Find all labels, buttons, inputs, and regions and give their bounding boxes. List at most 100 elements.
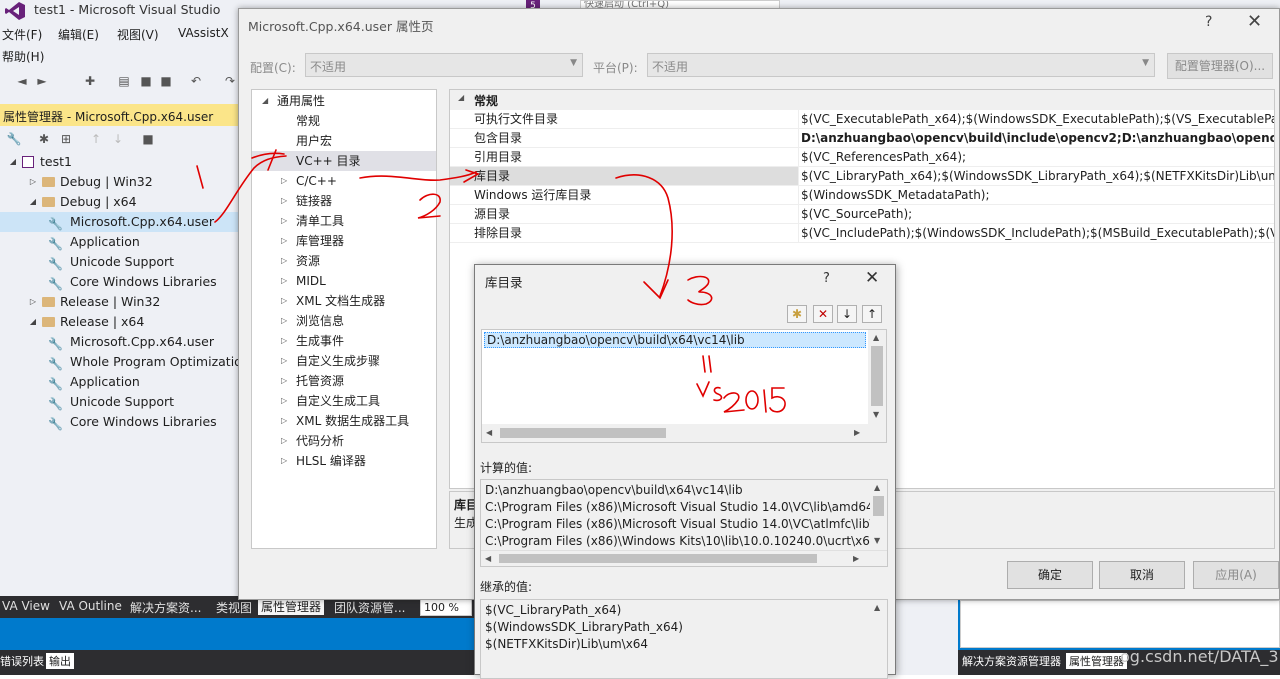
collapse-icon[interactable]: ◢: [262, 91, 268, 111]
menu-view[interactable]: 视图(V): [117, 26, 159, 43]
expand-icon[interactable]: ▷: [281, 391, 287, 411]
tree-item[interactable]: 🔧 Microsoft.Cpp.x64.user: [0, 212, 240, 232]
expand-icon[interactable]: ▷: [281, 251, 287, 271]
close-icon[interactable]: ✕: [865, 268, 879, 288]
scroll-thumb[interactable]: [499, 554, 817, 563]
category-item[interactable]: 常规: [252, 111, 436, 131]
category-item[interactable]: ▷ 自定义生成步骤: [252, 351, 436, 371]
collapse-icon[interactable]: ◢: [28, 192, 38, 212]
tree-item[interactable]: ▷ Debug | Win32: [0, 172, 240, 192]
category-item[interactable]: ▷ C/C++: [252, 171, 436, 191]
config-select[interactable]: 不适用 ▼: [305, 53, 583, 77]
collapse-icon[interactable]: ◢: [8, 152, 18, 172]
expand-icon[interactable]: ▷: [281, 451, 287, 471]
category-item[interactable]: ▷ 托管资源: [252, 371, 436, 391]
directory-entry[interactable]: D:\anzhuangbao\opencv\build\x64\vc14\lib: [484, 332, 866, 348]
horizontal-scrollbar[interactable]: ◀ ▶: [482, 424, 868, 442]
tab-va-view[interactable]: VA View: [2, 599, 50, 613]
tab-team-explorer[interactable]: 团队资源管...: [334, 599, 405, 616]
tab-solution-explorer-right[interactable]: 解决方案资源管理器: [962, 653, 1061, 669]
tree-item[interactable]: 🔧 Microsoft.Cpp.x64.user: [0, 332, 240, 352]
category-item[interactable]: ▷ 浏览信息: [252, 311, 436, 331]
horizontal-scrollbar[interactable]: ◀ ▶: [481, 550, 887, 566]
category-item[interactable]: ▷ 生成事件: [252, 331, 436, 351]
tree-item[interactable]: ▷ Release | Win32: [0, 292, 240, 312]
scroll-down-icon[interactable]: ▼: [873, 410, 879, 419]
expand-icon[interactable]: ▷: [281, 211, 287, 231]
tree-item[interactable]: 🔧 Whole Program Optimization: [0, 352, 250, 372]
category-item[interactable]: ▷ HLSL 编译器: [252, 451, 436, 471]
category-item[interactable]: ▷ MIDL: [252, 271, 436, 291]
expand-icon[interactable]: ▷: [28, 292, 38, 312]
scroll-right-icon[interactable]: ▶: [854, 428, 860, 437]
property-value[interactable]: $(VC_IncludePath);$(WindowsSDK_IncludePa…: [798, 224, 1274, 242]
expand-icon[interactable]: ▷: [281, 431, 287, 451]
property-value[interactable]: $(WindowsSDK_MetadataPath);: [798, 186, 1274, 204]
scroll-thumb[interactable]: [500, 428, 666, 438]
tree-item[interactable]: 🔧 Core Windows Libraries: [0, 412, 240, 432]
help-icon[interactable]: ?: [823, 271, 830, 286]
add-existing-property-sheet-icon[interactable]: ⊞: [58, 131, 74, 147]
grid-row[interactable]: 排除目录 $(VC_IncludePath);$(WindowsSDK_Inclu…: [450, 224, 1274, 243]
config-manager-button[interactable]: 配置管理器(O)...: [1167, 53, 1273, 79]
property-value[interactable]: $(VC_ReferencesPath_x64);: [798, 148, 1274, 166]
save-icon[interactable]: ■: [140, 131, 156, 147]
category-item[interactable]: ▷ XML 文档生成器: [252, 291, 436, 311]
scroll-up-icon[interactable]: ▲: [873, 333, 879, 342]
forward-icon[interactable]: ►: [34, 73, 50, 89]
tree-item[interactable]: 🔧 Application: [0, 232, 240, 252]
scroll-up-icon[interactable]: ▲: [874, 603, 880, 612]
tab-property-manager[interactable]: 属性管理器: [258, 598, 325, 615]
back-icon[interactable]: ◄: [14, 73, 30, 89]
tree-item[interactable]: 🔧 Application: [0, 372, 240, 392]
cancel-button[interactable]: 取消: [1099, 561, 1185, 589]
category-item[interactable]: ▷ 清单工具: [252, 211, 436, 231]
tab-solution-explorer[interactable]: 解决方案资...: [130, 599, 201, 616]
vertical-scrollbar[interactable]: ▲: [870, 600, 887, 678]
zoom-select[interactable]: 100 %: [420, 599, 472, 616]
expand-icon[interactable]: ▷: [281, 271, 287, 291]
save-icon[interactable]: ■: [138, 73, 154, 89]
move-up-icon[interactable]: ↑: [862, 305, 882, 323]
grid-row[interactable]: 包含目录 D:\anzhuangbao\opencv\build\include\…: [450, 129, 1274, 148]
redo-icon[interactable]: ↷: [222, 73, 238, 89]
tree-item[interactable]: ◢ test1: [0, 152, 240, 172]
save-all-icon[interactable]: ■: [158, 73, 174, 89]
expand-icon[interactable]: ▷: [281, 231, 287, 251]
property-value[interactable]: $(VC_LibraryPath_x64);$(WindowsSDK_Libra…: [798, 167, 1274, 185]
tab-class-view[interactable]: 类视图: [216, 599, 252, 616]
grid-row[interactable]: Windows 运行库目录 $(WindowsSDK_MetadataPath);: [450, 186, 1274, 205]
apply-button[interactable]: 应用(A): [1193, 561, 1279, 589]
tree-item[interactable]: 🔧 Unicode Support: [0, 392, 240, 412]
expand-icon[interactable]: ▷: [281, 331, 287, 351]
new-project-icon[interactable]: ✚: [82, 73, 98, 89]
property-value[interactable]: $(VC_SourcePath);: [798, 205, 1274, 223]
category-item[interactable]: 用户宏: [252, 131, 436, 151]
tree-item[interactable]: ◢ Release | x64: [0, 312, 240, 332]
category-item[interactable]: ▷ 自定义生成工具: [252, 391, 436, 411]
collapse-icon[interactable]: ◢: [458, 93, 464, 102]
tree-item[interactable]: ◢ Debug | x64: [0, 192, 240, 212]
category-item[interactable]: ▷ 库管理器: [252, 231, 436, 251]
expand-icon[interactable]: ▷: [281, 291, 287, 311]
wrench-icon[interactable]: 🔧: [6, 131, 22, 147]
menu-file[interactable]: 文件(F): [2, 26, 42, 43]
directory-list[interactable]: D:\anzhuangbao\opencv\build\x64\vc14\lib…: [481, 329, 887, 443]
expand-icon[interactable]: ▷: [281, 371, 287, 391]
menu-help[interactable]: 帮助(H): [2, 48, 44, 65]
vertical-scrollbar[interactable]: ▲ ▼: [868, 330, 886, 442]
scroll-thumb[interactable]: [873, 496, 884, 516]
category-item[interactable]: ◢ 通用属性: [252, 91, 436, 111]
add-new-property-sheet-icon[interactable]: ✱: [36, 131, 52, 147]
grid-row[interactable]: 源目录 $(VC_SourcePath);: [450, 205, 1274, 224]
grid-row[interactable]: 库目录 $(VC_LibraryPath_x64);$(WindowsSDK_Li…: [450, 167, 1274, 186]
close-icon[interactable]: ✕: [1247, 11, 1262, 32]
category-item[interactable]: ▷ 资源: [252, 251, 436, 271]
category-item[interactable]: ▷ 代码分析: [252, 431, 436, 451]
move-down-icon[interactable]: ↓: [110, 131, 126, 147]
category-item[interactable]: VC++ 目录: [252, 151, 436, 171]
scroll-left-icon[interactable]: ◀: [486, 428, 492, 437]
expand-icon[interactable]: ▷: [281, 411, 287, 431]
tab-property-manager-right[interactable]: 属性管理器: [1066, 653, 1127, 669]
scroll-down-icon[interactable]: ▼: [874, 536, 880, 545]
